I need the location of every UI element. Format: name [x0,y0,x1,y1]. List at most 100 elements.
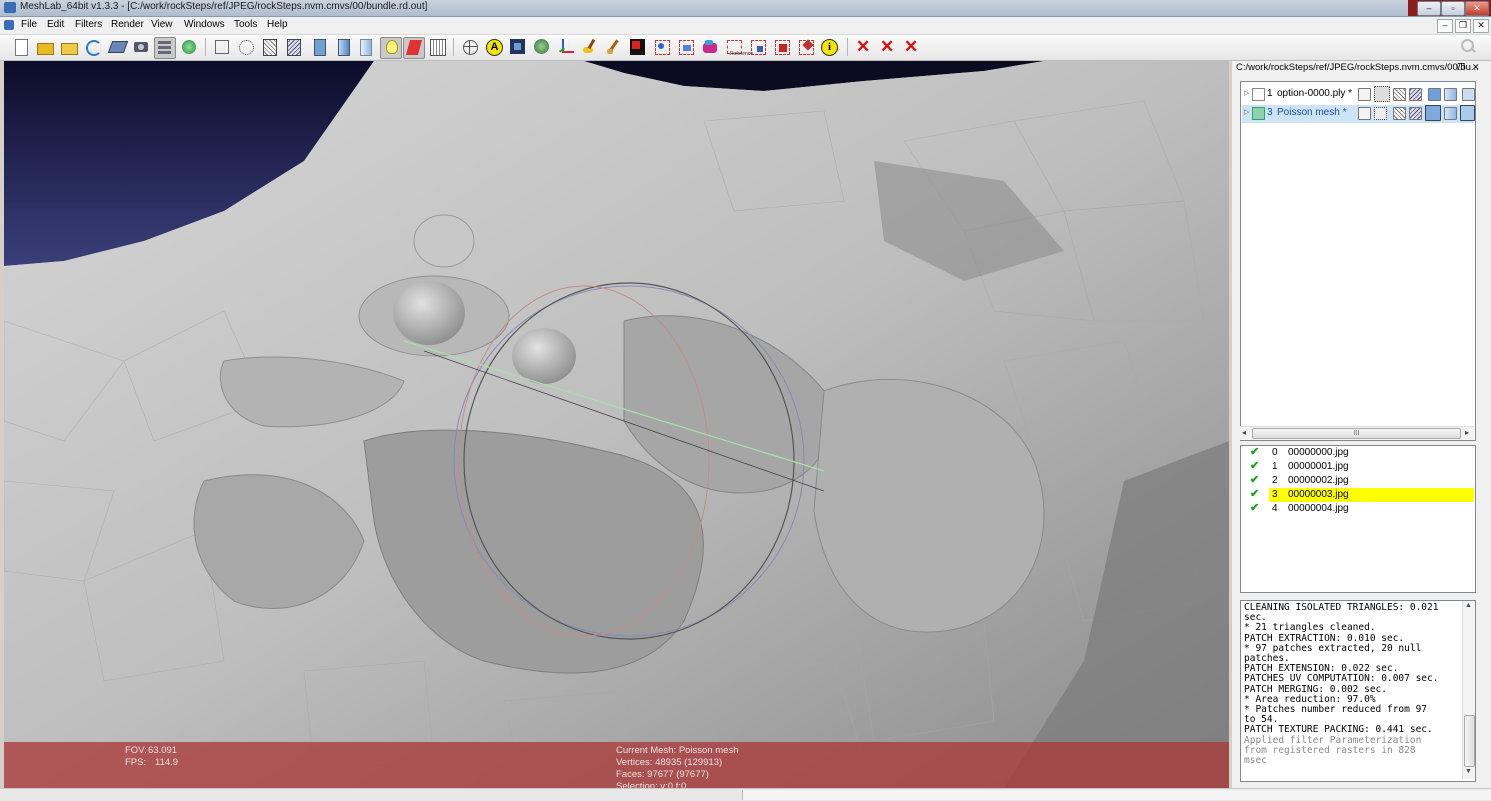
visibility-icon[interactable] [1252,88,1265,101]
lines-icon[interactable] [356,37,376,57]
menu-tools[interactable]: Tools [234,19,257,30]
axes-icon[interactable] [556,37,576,57]
info-icon[interactable]: i [819,37,839,57]
menu-edit[interactable]: Edit [47,19,64,30]
close-panel-icon[interactable]: ✕ [1472,62,1480,73]
layer-row[interactable]: ▷ 1 option-0000.ply * [1242,86,1475,104]
select-faces-icon[interactable] [700,37,720,57]
globe-icon[interactable] [532,37,552,57]
visibility-icon[interactable] [1252,107,1265,120]
snapshot-icon[interactable] [131,37,151,57]
log-scrollbar[interactable]: ▲ ▼ [1462,601,1475,779]
menu-windows[interactable]: Windows [184,19,225,30]
raster-icon[interactable] [604,37,624,57]
hidden-mode-icon[interactable] [1409,88,1422,101]
open-project-icon[interactable] [59,37,79,57]
points-mode-icon[interactable] [1374,107,1387,120]
minimize-button[interactable]: – [1417,1,1441,16]
mdi-restore-button[interactable]: ❐ [1455,19,1471,33]
bbox-mode-icon[interactable] [1358,88,1371,101]
log-panel[interactable]: CLEANING ISOLATED TRIANGLES: 0.021 sec. … [1240,600,1476,782]
fancy-light-icon[interactable] [403,37,425,59]
scroll-left-icon[interactable]: ◂ [1242,428,1246,437]
paint-color-icon[interactable] [676,37,696,57]
wireframe-icon[interactable] [260,37,280,57]
mdi-minimize-button[interactable]: – [1437,19,1453,33]
save-icon[interactable] [107,37,129,57]
3d-viewport[interactable] [4,61,1229,788]
wire-mode-icon[interactable] [1393,88,1406,101]
faces-info: Faces: 97677 (97677) [616,769,709,780]
raster-row[interactable]: ✔ 0 00000000.jpg [1241,446,1474,460]
layer-tree-scrollbar[interactable]: ◂ III ▸ [1240,426,1474,440]
check-icon[interactable]: ✔ [1250,501,1259,514]
delete-vertices-icon[interactable]: ✕ [879,37,899,57]
check-icon[interactable]: ✔ [1250,459,1259,472]
delete-all-icon[interactable]: ✕ [903,37,923,57]
flat-mode-icon[interactable] [1428,88,1441,101]
select-delete-icon[interactable] [796,37,816,57]
float-panel-icon[interactable]: ❐ [1457,62,1465,73]
mesh-render [4,61,1229,788]
pick-points-icon[interactable] [748,37,768,57]
status-bar [0,788,1491,801]
scroll-right-icon[interactable]: ▸ [1465,428,1469,437]
raster-row-selected[interactable]: ✔ 3 3 00000003.jpg [1241,488,1474,502]
texture-icon[interactable] [508,37,528,57]
layer-row-selected[interactable]: ▷ 3 Poisson mesh * [1242,105,1475,123]
annotation-icon[interactable]: A [484,37,504,57]
raster-row[interactable]: ✔ 1 00000001.jpg [1241,460,1474,474]
mdi-close-button[interactable]: ✕ [1473,19,1489,33]
backface-icon[interactable] [427,37,447,57]
check-icon[interactable]: ✔ [1250,487,1259,500]
camera-icon[interactable] [179,37,199,57]
smooth-mode-icon[interactable] [1444,107,1457,120]
check-icon[interactable]: ✔ [1250,473,1259,486]
toolbar-separator [847,38,848,56]
menu-file[interactable]: File [21,19,37,30]
menu-render[interactable]: Render [111,19,144,30]
layers-icon[interactable] [154,37,176,59]
check-icon[interactable]: ✔ [1250,445,1259,458]
reload-icon[interactable] [83,37,103,57]
trackball-icon[interactable] [460,37,480,57]
scroll-thumb[interactable] [1464,715,1475,767]
points-icon[interactable] [236,37,256,57]
measure-icon[interactable]: Reference [724,37,753,57]
menu-filters[interactable]: Filters [75,19,102,30]
expand-arrow-icon[interactable]: ▷ [1244,89,1249,97]
expand-arrow-icon[interactable]: ▷ [1244,108,1249,116]
flat-mode-icon[interactable] [1425,105,1441,121]
wire-mode-icon[interactable] [1393,107,1406,120]
points-mode-icon[interactable] [1374,86,1390,102]
light-icon[interactable] [380,37,402,59]
close-button[interactable]: ✕ [1465,1,1489,16]
search-icon[interactable] [1458,37,1478,57]
restore-button[interactable]: ▫ [1441,1,1465,16]
texture-mode-icon[interactable] [1460,105,1475,121]
align-icon[interactable] [628,37,648,57]
scroll-thumb[interactable]: III [1252,428,1461,439]
bbox-icon[interactable] [212,37,232,57]
new-icon[interactable] [11,37,31,57]
smooth-icon[interactable] [334,37,354,57]
menu-help[interactable]: Help [267,19,288,30]
pick-points-delete-icon[interactable] [772,37,792,57]
scroll-up-icon[interactable]: ▲ [1465,602,1472,609]
raster-row[interactable]: ✔ 2 00000002.jpg [1241,474,1474,488]
raster-row[interactable]: ✔ 4 00000004.jpg [1241,502,1474,516]
hiddenlines-icon[interactable] [284,37,304,57]
smooth-mode-icon[interactable] [1444,88,1457,101]
bbox-mode-icon[interactable] [1358,107,1371,120]
paint-icon[interactable] [580,37,600,57]
open-icon[interactable] [35,37,55,57]
hidden-mode-icon[interactable] [1409,107,1422,120]
menu-view[interactable]: View [151,19,173,30]
delete-faces-icon[interactable]: ✕ [855,37,875,57]
scroll-down-icon[interactable]: ▼ [1465,768,1472,775]
log-line-faint: msec [1244,755,1267,767]
select-vertex-icon[interactable] [652,37,672,57]
raster-name: 00000001.jpg [1288,461,1349,472]
flat-icon[interactable] [310,37,330,57]
texture-mode-icon[interactable] [1462,88,1475,101]
